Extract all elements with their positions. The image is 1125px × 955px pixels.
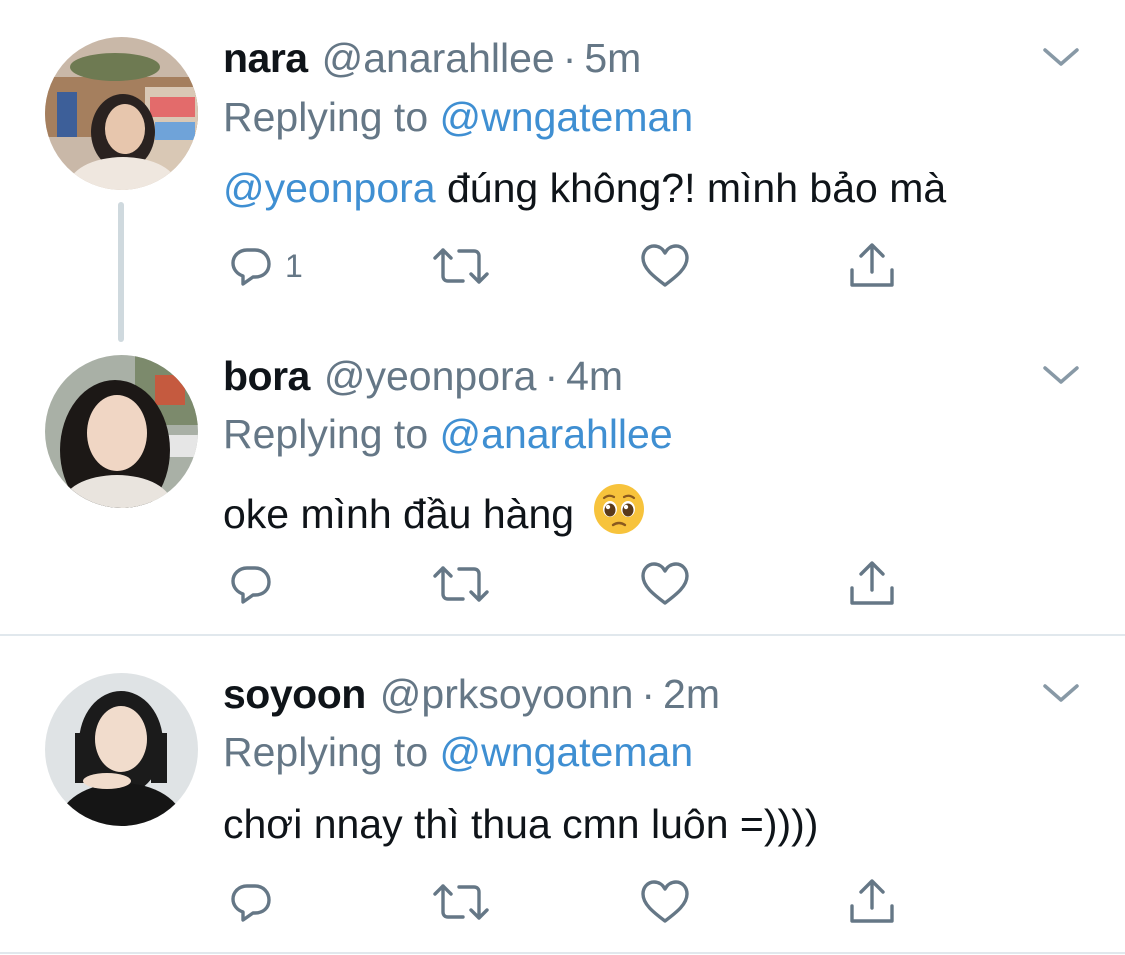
share-button[interactable] xyxy=(847,874,897,930)
chevron-down-icon[interactable] xyxy=(1041,360,1081,390)
tweet-header: soyoon @prksoyoonn · 2m xyxy=(223,670,720,718)
replying-prefix: Replying to xyxy=(223,729,429,775)
tweet-text: chơi nnay thì thua cmn luôn =)))) xyxy=(223,799,818,849)
user-handle[interactable]: @prksoyoonn xyxy=(380,670,634,718)
retweet-button[interactable] xyxy=(431,874,491,930)
like-button[interactable] xyxy=(639,556,691,612)
user-handle[interactable]: @yeonpora xyxy=(324,352,537,400)
tweet-actions xyxy=(223,874,923,930)
body-text: chơi nnay thì thua cmn luôn =)))) xyxy=(223,801,819,847)
display-name[interactable]: soyoon xyxy=(223,670,366,718)
tweet-header: bora @yeonpora · 4m xyxy=(223,352,623,400)
retweet-button[interactable] xyxy=(431,556,491,612)
tweet-text: @yeonpora đúng không?! mình bảo mà xyxy=(223,163,946,213)
share-button[interactable] xyxy=(847,556,897,612)
timestamp[interactable]: 5m xyxy=(584,34,641,82)
body-text: đúng không?! mình bảo mà xyxy=(435,165,947,211)
share-button[interactable] xyxy=(847,238,897,294)
separator-dot: · xyxy=(562,35,577,81)
like-icon xyxy=(641,244,689,287)
avatar[interactable] xyxy=(45,673,198,826)
replying-to-line: Replying to @wngateman xyxy=(223,93,693,141)
tweet-header: nara @anarahllee · 5m xyxy=(223,34,641,82)
separator-dot: · xyxy=(641,671,656,717)
replying-to-mention[interactable]: @anarahllee xyxy=(440,411,673,457)
retweet-icon xyxy=(433,566,489,602)
like-icon xyxy=(641,562,689,605)
replying-to-mention[interactable]: @wngateman xyxy=(440,729,694,775)
avatar-image-soyoon xyxy=(45,673,198,826)
share-icon xyxy=(850,879,894,923)
replying-prefix: Replying to xyxy=(223,94,429,140)
tweet-text: oke mình đầu hàng xyxy=(223,482,646,539)
body-text: oke mình đầu hàng xyxy=(223,491,575,537)
reply-button[interactable] xyxy=(227,874,285,930)
avatar[interactable] xyxy=(45,355,198,508)
retweet-icon xyxy=(433,884,489,920)
chevron-down-icon[interactable] xyxy=(1041,678,1081,708)
reply-icon xyxy=(231,884,271,922)
retweet-icon xyxy=(433,248,489,284)
timestamp[interactable]: 2m xyxy=(663,670,720,718)
share-icon xyxy=(850,561,894,605)
replying-prefix: Replying to xyxy=(223,411,429,457)
timestamp[interactable]: 4m xyxy=(566,352,623,400)
reply-button[interactable]: 1 xyxy=(227,238,303,294)
avatar-image-nara xyxy=(45,37,198,190)
tweet-nara[interactable]: nara @anarahllee · 5m Replying to @wngat… xyxy=(0,0,1125,340)
share-icon xyxy=(850,243,894,287)
tweet-soyoon[interactable]: soyoon @prksoyoonn · 2m Replying to @wng… xyxy=(0,636,1125,953)
reply-button[interactable] xyxy=(227,556,285,612)
body-mention[interactable]: @yeonpora xyxy=(223,165,436,211)
replying-to-line: Replying to @anarahllee xyxy=(223,410,673,458)
like-button[interactable] xyxy=(639,238,691,294)
display-name[interactable]: bora xyxy=(223,352,310,400)
tweet-actions: 1 xyxy=(223,238,923,294)
reply-icon xyxy=(231,566,271,604)
tweet-thread: nara @anarahllee · 5m Replying to @wngat… xyxy=(0,0,1125,955)
separator-dot: · xyxy=(544,353,559,399)
chevron-down-icon[interactable] xyxy=(1041,42,1081,72)
display-name[interactable]: nara xyxy=(223,34,308,82)
reply-count: 1 xyxy=(285,247,303,284)
replying-to-line: Replying to @wngateman xyxy=(223,728,693,776)
replying-to-mention[interactable]: @wngateman xyxy=(440,94,694,140)
user-handle[interactable]: @anarahllee xyxy=(322,34,555,82)
pleading-face-emoji xyxy=(594,484,645,534)
tweet-actions xyxy=(223,556,923,612)
like-icon xyxy=(641,880,689,923)
like-button[interactable] xyxy=(639,874,691,930)
retweet-button[interactable] xyxy=(431,238,491,294)
tweet-bora[interactable]: bora @yeonpora · 4m Replying to @anarahl… xyxy=(0,340,1125,636)
avatar[interactable] xyxy=(45,37,198,190)
reply-icon xyxy=(231,248,271,286)
avatar-image-bora xyxy=(45,355,198,508)
tweet-divider xyxy=(0,952,1125,954)
